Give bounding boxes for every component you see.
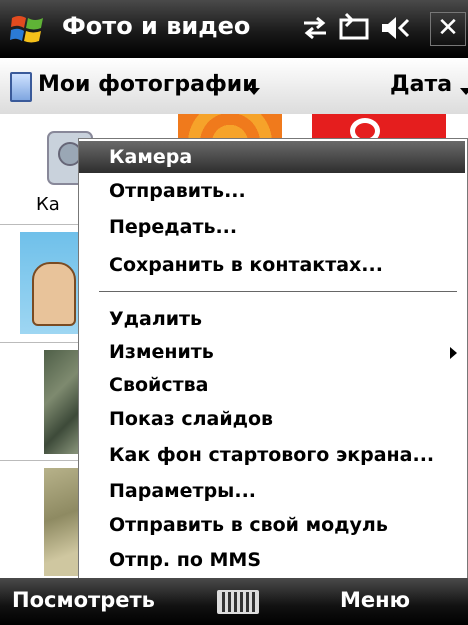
keyboard-icon[interactable] [217, 590, 259, 614]
menu-item-label: Удалить [109, 308, 203, 330]
close-button[interactable]: ✕ [430, 12, 466, 46]
thumbnail-cartoon-figure [32, 262, 76, 326]
menu-item-delete[interactable]: Удалить [79, 303, 465, 335]
menu-item-save-to-contacts[interactable]: Сохранить в контактах... [79, 249, 465, 281]
menu-item-send-mms[interactable]: Отпр. по MMS [79, 544, 465, 576]
row-divider [0, 342, 80, 343]
phone-icon [10, 72, 32, 102]
thumbnail-forest[interactable] [44, 350, 78, 454]
softkey-view[interactable]: Посмотреть [12, 588, 155, 612]
menu-item-set-as-background[interactable]: Как фон стартового экрана... [79, 439, 465, 471]
menu-item-label: Показ слайдов [109, 408, 274, 430]
softkey-bar: Посмотреть Меню [0, 578, 468, 625]
connectivity-icon[interactable] [300, 14, 330, 42]
menu-item-label: Параметры... [109, 480, 257, 502]
menu-item-edit[interactable]: Изменить [79, 336, 465, 368]
context-menu: Камера Отправить... Передать... Сохранит… [78, 138, 468, 580]
app-title: Фото и видео [62, 12, 251, 40]
menu-item-label: Отправить... [109, 180, 246, 202]
sort-dropdown[interactable]: Дата [390, 72, 452, 97]
softkey-menu[interactable]: Меню [340, 588, 410, 612]
sync-icon[interactable] [338, 12, 372, 44]
menu-item-label: Свойства [109, 374, 209, 396]
folder-dropdown[interactable]: Мои фотографии [38, 72, 258, 97]
sort-chevron-down-icon[interactable] [460, 88, 468, 95]
menu-item-label: Изменить [109, 341, 214, 363]
menu-item-label: Передать... [109, 216, 238, 238]
row-divider [0, 460, 80, 461]
menu-item-options[interactable]: Параметры... [79, 475, 465, 507]
menu-item-send-to-module[interactable]: Отправить в свой модуль [79, 509, 465, 541]
volume-icon[interactable] [380, 14, 416, 42]
folder-bar: Мои фотографии Дата [0, 58, 468, 115]
thumbnail-orange[interactable] [178, 114, 282, 138]
menu-divider [99, 291, 457, 292]
folder-chevron-down-icon[interactable] [248, 88, 260, 95]
menu-item-label: Как фон стартового экрана... [109, 444, 435, 466]
menu-item-label: Отпр. по MMS [109, 549, 262, 571]
menu-item-beam[interactable]: Передать... [79, 211, 465, 243]
chevron-right-icon [450, 347, 457, 359]
title-bar: Фото и видео ✕ [0, 0, 468, 58]
menu-item-send[interactable]: Отправить... [79, 175, 465, 207]
menu-item-label: Камера [109, 146, 193, 168]
camera-label: Ка [36, 194, 60, 215]
menu-item-label: Сохранить в контактах... [109, 254, 383, 276]
menu-item-properties[interactable]: Свойства [79, 369, 465, 401]
row-divider [0, 224, 80, 225]
menu-item-label: Отправить в свой модуль [109, 514, 388, 536]
windows-logo-icon[interactable] [10, 12, 46, 46]
thumbnail-stone[interactable] [44, 468, 78, 576]
close-icon: ✕ [437, 13, 459, 43]
menu-item-slideshow[interactable]: Показ слайдов [79, 403, 465, 435]
menu-item-camera[interactable]: Камера [79, 141, 465, 173]
